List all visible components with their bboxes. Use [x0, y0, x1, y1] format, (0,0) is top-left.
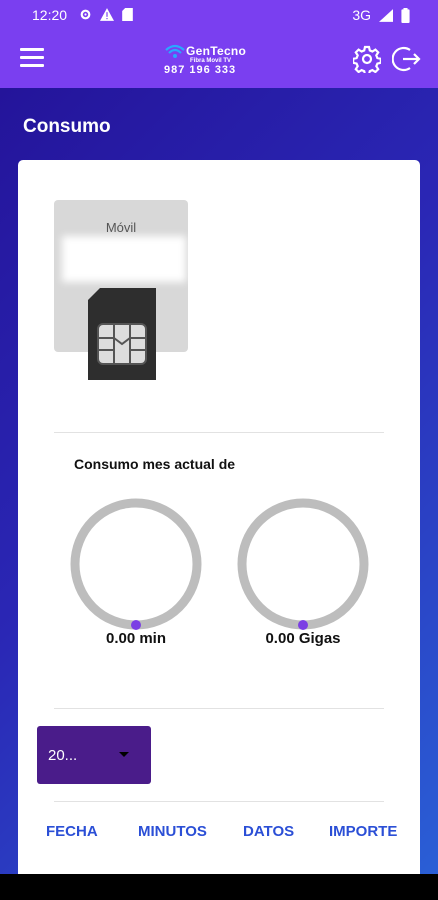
battery-icon — [401, 7, 410, 23]
status-icons — [79, 8, 133, 21]
minutes-gauge-indicator — [131, 620, 141, 630]
sim-card-icon — [88, 288, 156, 380]
main-content: Consumo Móvil Consumo mes actual de 0.00… — [0, 88, 438, 874]
column-header-fecha[interactable]: FECHA — [46, 823, 98, 840]
logo-title: GenTecno — [186, 44, 247, 58]
sd-card-icon — [122, 8, 133, 21]
status-time: 12:20 — [32, 7, 68, 23]
column-header-minutos[interactable]: MINUTOS — [138, 823, 207, 840]
chevron-down-icon — [119, 752, 129, 757]
sim-card-highlight — [62, 236, 186, 282]
current-month-label: Consumo mes actual de — [74, 456, 236, 472]
status-bar: 12:20 3G — [0, 0, 438, 30]
page-title: Consumo — [23, 116, 111, 137]
year-select[interactable]: 20... — [37, 726, 151, 784]
gear-icon — [352, 45, 382, 76]
logo-phone: 987 196 333 — [164, 64, 237, 76]
divider — [54, 432, 384, 433]
app-bar: GenTecno Fibra Movil TV 987 196 333 — [0, 30, 438, 88]
network-type: 3G — [352, 7, 371, 23]
column-header-datos[interactable]: DATOS — [243, 823, 294, 840]
settings-button[interactable] — [352, 45, 382, 76]
logout-button[interactable] — [391, 45, 422, 73]
status-right: 3G — [352, 7, 410, 23]
system-nav-bar — [0, 874, 438, 900]
year-select-value: 20... — [48, 747, 78, 764]
divider — [54, 801, 384, 802]
app-logo: GenTecno Fibra Movil TV 987 196 333 — [160, 42, 260, 78]
logout-icon — [391, 46, 421, 72]
divider — [54, 708, 384, 709]
column-header-importe[interactable]: IMPORTE — [329, 823, 397, 840]
data-value: 0.00 Gigas — [265, 630, 341, 647]
signal-icon — [379, 8, 393, 22]
minutes-value: 0.00 min — [105, 630, 167, 647]
warning-icon — [100, 8, 114, 21]
minutes-gauge — [70, 498, 202, 630]
sim-card-label: Móvil — [105, 220, 137, 235]
gear-icon — [80, 9, 91, 20]
menu-icon[interactable] — [20, 48, 44, 68]
data-gauge-indicator — [298, 620, 308, 630]
consumption-card: Móvil Consumo mes actual de 0.00 min 0.0… — [18, 160, 420, 874]
data-gauge — [237, 498, 369, 630]
wifi-logo-icon — [165, 44, 185, 58]
